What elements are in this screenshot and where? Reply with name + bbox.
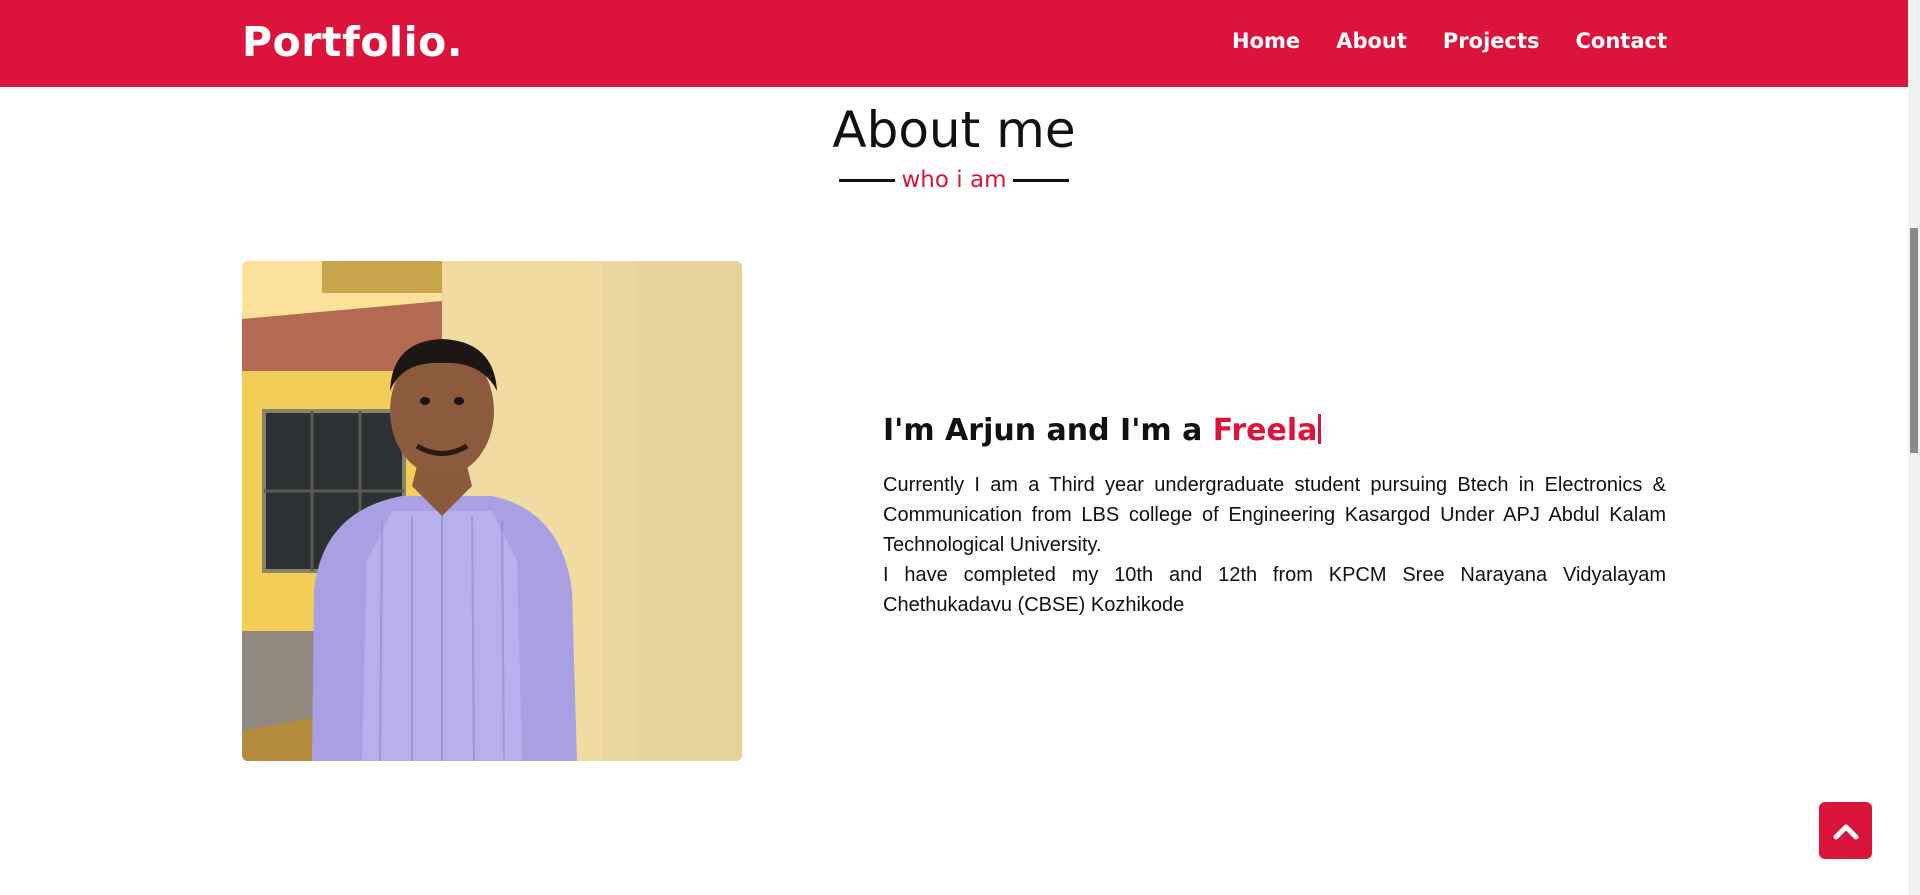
nav-link-about[interactable]: About <box>1336 29 1407 53</box>
nav-menu: Home About Projects Contact <box>1232 29 1667 53</box>
nav-link-projects[interactable]: Projects <box>1443 29 1540 53</box>
nav-item-contact: Contact <box>1576 29 1668 53</box>
typed-role-text: Freela <box>1212 413 1318 448</box>
nav-link-contact[interactable]: Contact <box>1576 29 1668 53</box>
nav-item-about: About <box>1336 29 1407 53</box>
intro-prefix: I'm Arjun and I'm a <box>883 413 1213 448</box>
nav-item-home: Home <box>1232 29 1300 53</box>
nav-link-home[interactable]: Home <box>1232 29 1300 53</box>
section-title: About me <box>832 101 1076 159</box>
about-description: Currently I am a Third year undergraduat… <box>883 470 1666 620</box>
logo[interactable]: Portfolio. <box>242 18 463 66</box>
navbar: Portfolio. Home About Projects Contact <box>0 0 1908 87</box>
intro-heading: I'm Arjun and I'm a Freela <box>883 413 1322 448</box>
scrollbar-thumb[interactable] <box>1910 228 1918 453</box>
subtitle-divider-right <box>1013 178 1070 182</box>
profile-photo <box>242 261 742 761</box>
back-to-top-button[interactable] <box>1819 802 1872 859</box>
typing-caret <box>1318 414 1322 444</box>
about-paragraph: Currently I am a Third year undergraduat… <box>883 474 1666 556</box>
subtitle-divider-left <box>838 178 895 182</box>
page-scrollbar[interactable] <box>1908 0 1920 895</box>
section-subtitle: who i am <box>901 167 1007 193</box>
section-subtitle-wrap: who i am <box>0 167 1908 193</box>
nav-item-projects: Projects <box>1443 29 1540 53</box>
about-paragraph: I have completed my 10th and 12th from K… <box>883 564 1666 616</box>
chevron-up-icon <box>1833 824 1858 839</box>
